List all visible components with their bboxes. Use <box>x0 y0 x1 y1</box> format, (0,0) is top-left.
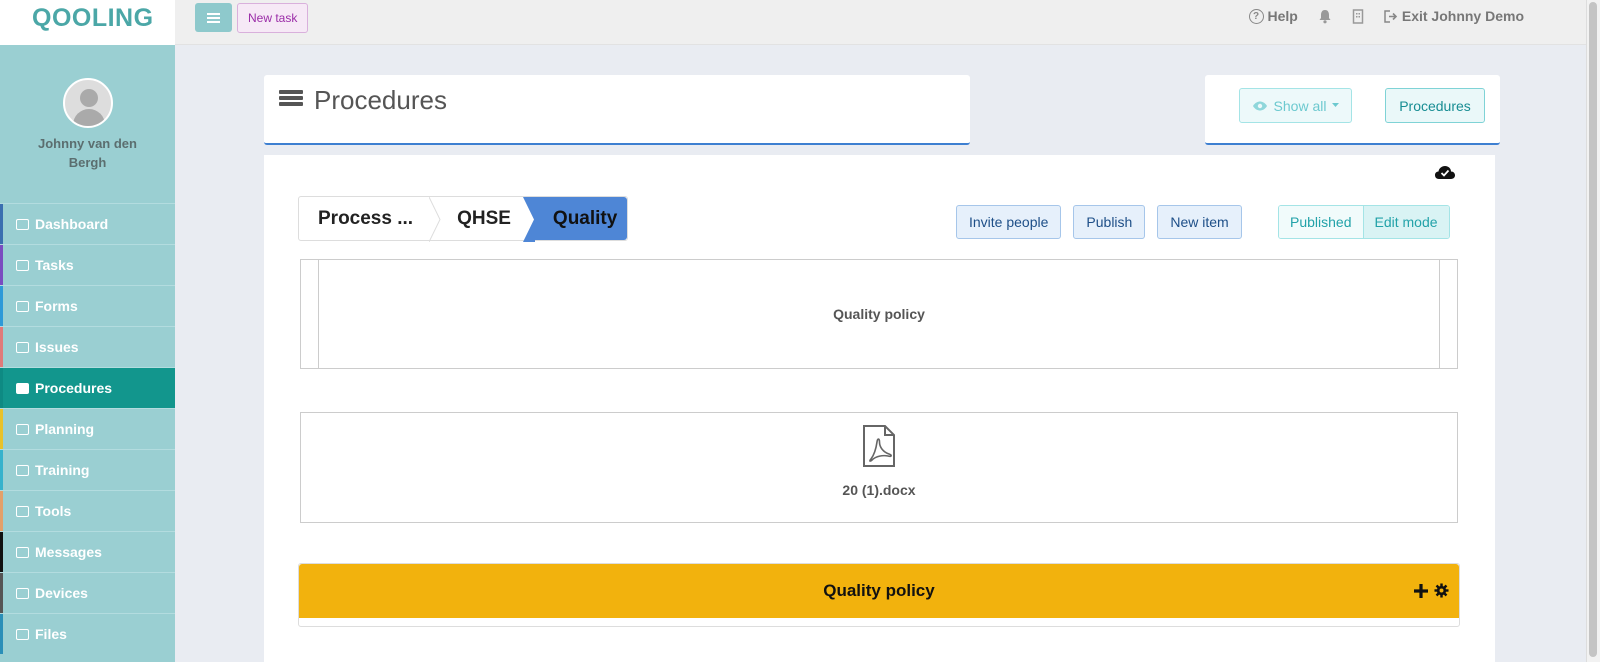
new-task-button[interactable]: New task <box>237 3 309 33</box>
top-bar: QOOLING New task ? Help Exit Johnny Demo <box>0 0 1586 45</box>
logo-container: QOOLING <box>0 0 175 45</box>
scrollbar-thumb[interactable] <box>1589 2 1597 657</box>
dashboard-icon <box>16 218 29 230</box>
mode-toggle: Published Edit mode <box>1278 205 1450 239</box>
training-icon <box>16 464 29 476</box>
published-mode-button[interactable]: Published <box>1279 206 1363 238</box>
page-header-card: Procedures <box>264 75 970 145</box>
user-profile: Johnny van den Bergh <box>0 45 175 203</box>
files-icon <box>16 628 29 640</box>
menu-toggle-button[interactable] <box>195 3 232 32</box>
help-icon: ? <box>1248 8 1264 24</box>
bell-icon <box>1319 9 1331 23</box>
show-all-dropdown[interactable]: Show all <box>1239 88 1352 123</box>
sidebar-item-devices[interactable]: Devices <box>0 572 175 613</box>
breadcrumb-active-arrow <box>522 197 535 242</box>
publish-button[interactable]: Publish <box>1073 205 1146 239</box>
sidebar-item-label: Tasks <box>35 257 74 273</box>
sidebar-item-label: Devices <box>35 585 88 601</box>
app-logo[interactable]: QOOLING <box>32 4 154 33</box>
building-icon <box>1352 8 1364 24</box>
forms-icon <box>16 300 29 312</box>
sidebar-item-label: Messages <box>35 544 102 560</box>
sidebar-item-label: Files <box>35 626 67 642</box>
section-block: Quality policy <box>298 563 1460 627</box>
show-all-label: Show all <box>1273 97 1327 114</box>
invite-people-button[interactable]: Invite people <box>956 205 1062 239</box>
sidebar-item-procedures[interactable]: Procedures <box>0 367 175 408</box>
tasks-icon <box>16 259 29 271</box>
avatar[interactable] <box>62 78 113 128</box>
gear-icon[interactable] <box>1434 583 1449 598</box>
sidebar-nav: Dashboard Tasks Forms Issues Procedures Plann… <box>0 203 175 654</box>
header-actions-card: Show all Procedures <box>1205 75 1500 145</box>
sidebar-item-tasks[interactable]: Tasks <box>0 244 175 285</box>
sidebar-item-label: Issues <box>35 339 79 355</box>
help-label: Help <box>1267 8 1298 24</box>
sidebar-item-label: Planning <box>35 421 95 437</box>
breadcrumb-item-process[interactable]: Process ... <box>299 197 431 240</box>
sidebar-item-issues[interactable]: Issues <box>0 326 175 367</box>
policy-block[interactable]: Quality policy <box>300 259 1458 369</box>
breadcrumb: Process ... QHSE Quality <box>298 196 629 242</box>
section-title: Quality policy <box>823 581 935 600</box>
policy-block-title: Quality policy <box>318 260 1440 368</box>
tools-icon <box>16 505 29 517</box>
procedure-editor: Process ... QHSE Quality Invite people P… <box>264 155 1495 662</box>
sidebar-item-messages[interactable]: Messages <box>0 531 175 572</box>
procedures-icon <box>279 90 303 110</box>
sign-out-icon <box>1384 9 1397 23</box>
page-scrollbar[interactable] <box>1586 0 1600 662</box>
top-right-nav: ? Help Exit Johnny Demo <box>1248 8 1524 24</box>
edit-mode-button[interactable]: Edit mode <box>1362 206 1449 238</box>
breadcrumb-separator <box>429 197 441 242</box>
breadcrumb-item-qhse[interactable]: QHSE <box>441 197 523 240</box>
exit-link[interactable]: Exit Johnny Demo <box>1384 8 1524 24</box>
sidebar-item-files[interactable]: Files <box>0 613 175 654</box>
sidebar-item-planning[interactable]: Planning <box>0 408 175 449</box>
page-title: Procedures <box>314 85 447 115</box>
messages-icon <box>16 546 29 558</box>
sidebar-item-forms[interactable]: Forms <box>0 285 175 326</box>
sidebar-item-label: Training <box>35 462 90 478</box>
hamburger-icon <box>207 12 220 23</box>
procedures-icon <box>16 382 29 394</box>
sidebar: Johnny van den Bergh Dashboard Tasks Forms… <box>0 45 175 662</box>
sidebar-item-training[interactable]: Training <box>0 449 175 490</box>
organization-button[interactable] <box>1352 8 1364 24</box>
document-name[interactable]: 20 (1).docx <box>301 482 1457 498</box>
document-block[interactable]: 20 (1).docx <box>300 412 1458 523</box>
notifications-button[interactable] <box>1318 9 1332 24</box>
sidebar-item-tools[interactable]: Tools <box>0 490 175 531</box>
cloud-saved-icon <box>1435 166 1455 179</box>
breadcrumb-item-quality[interactable]: Quality <box>534 197 628 240</box>
procedures-button[interactable]: Procedures <box>1385 88 1485 123</box>
help-link[interactable]: ? Help <box>1248 8 1298 24</box>
sidebar-item-dashboard[interactable]: Dashboard <box>0 203 175 244</box>
sidebar-item-label: Dashboard <box>35 216 109 232</box>
user-name: Johnny van den Bergh <box>38 136 137 170</box>
issues-icon <box>16 341 29 353</box>
file-pdf-icon <box>863 425 895 467</box>
planning-icon <box>16 423 29 435</box>
section-tools <box>1414 583 1449 598</box>
exit-label: Exit Johnny Demo <box>1401 8 1524 24</box>
plus-icon[interactable] <box>1414 583 1428 598</box>
sidebar-item-label: Tools <box>35 503 72 519</box>
sidebar-item-label: Procedures <box>35 380 113 396</box>
action-toolbar: Invite people Publish New item <box>956 205 1242 239</box>
caret-down-icon <box>1332 103 1340 107</box>
devices-icon <box>16 587 29 599</box>
eye-icon <box>1252 101 1267 110</box>
section-header[interactable]: Quality policy <box>299 564 1459 618</box>
sidebar-item-label: Forms <box>35 298 78 314</box>
new-item-button[interactable]: New item <box>1157 205 1242 239</box>
